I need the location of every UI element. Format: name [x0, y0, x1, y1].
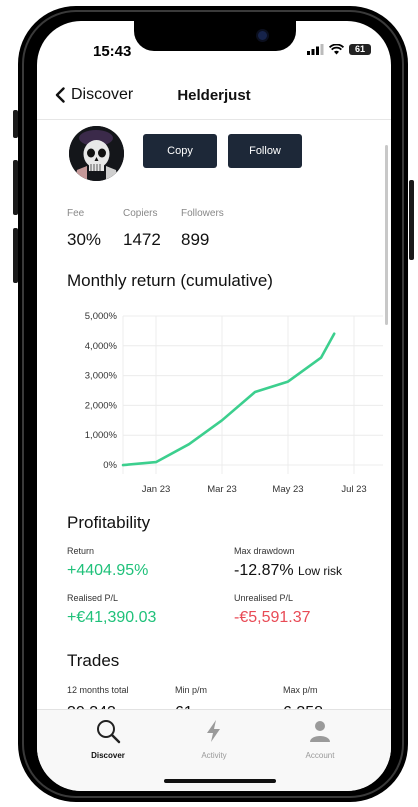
followers-value: 899	[181, 230, 210, 249]
return-label: Return	[67, 546, 95, 556]
realised-pl-value: +€41,390.03	[67, 609, 157, 626]
mute-switch	[13, 110, 18, 138]
tab-discover-label: Discover	[91, 751, 125, 760]
nav-divider	[37, 119, 391, 120]
chart-series-line	[121, 332, 336, 467]
tab-activity-label: Activity	[201, 751, 227, 760]
chart-y-tick-label: 0%	[103, 460, 117, 471]
signal-icon	[307, 44, 324, 55]
unrealised-pl-value: -€5,591.37	[234, 609, 311, 626]
chart-x-tick-label: Jul 23	[341, 484, 366, 495]
chart-x-tick-label: Mar 23	[207, 484, 237, 495]
unrealised-pl-label: Unrealised P/L	[234, 593, 294, 603]
fee-label: Fee	[67, 208, 85, 219]
battery-icon: 61	[349, 44, 371, 55]
power-button	[409, 180, 414, 260]
notch	[134, 21, 296, 51]
lightning-icon	[207, 720, 220, 742]
search-icon	[97, 720, 121, 744]
volume-up-button	[13, 160, 18, 215]
monthly-return-title: Monthly return (cumulative)	[67, 271, 273, 290]
volume-down-button	[13, 228, 18, 283]
scrollbar[interactable]	[385, 145, 388, 325]
follow-button[interactable]: Follow	[228, 134, 302, 168]
profitability-title: Profitability	[67, 513, 151, 532]
app-screen: 15:43 61 Discover Helderjust Copy Follow…	[37, 21, 391, 791]
tab-account-label: Account	[305, 751, 335, 760]
tab-activity[interactable]: Activity	[174, 718, 254, 760]
followers-label: Followers	[181, 208, 224, 219]
chart-y-tick-label: 2,000%	[85, 400, 118, 411]
chart-y-tick-label: 1,000%	[85, 430, 118, 441]
nav-bar: Discover Helderjust	[37, 81, 391, 121]
tab-account[interactable]: Account	[280, 718, 360, 760]
max-drawdown-value: -12.87% Low risk	[234, 562, 342, 580]
avatar	[69, 126, 124, 181]
wifi-icon	[329, 44, 344, 55]
chart-x-tick-label: Jan 23	[142, 484, 171, 495]
chart-y-tick-label: 4,000%	[85, 341, 118, 352]
max-pm-label: Max p/m	[283, 685, 318, 695]
drawdown-risk: Low risk	[298, 564, 343, 578]
realised-pl-label: Realised P/L	[67, 593, 119, 603]
min-pm-label: Min p/m	[175, 685, 208, 695]
person-icon	[310, 721, 330, 742]
chart-x-tick-label: May 23	[272, 484, 303, 495]
chart-y-tick-label: 5,000%	[85, 311, 118, 322]
copiers-value: 1472	[123, 230, 161, 249]
trades-title: Trades	[67, 651, 120, 670]
monthly-return-chart: 5,000% 4,000% 3,000% 2,000% 1,000% 0% Jan 23 Ma…	[85, 311, 383, 495]
return-value: +4404.95%	[67, 562, 149, 579]
copiers-label: Copiers	[123, 208, 158, 219]
tab-discover[interactable]: Discover	[68, 718, 148, 760]
skull-avatar-icon	[69, 126, 124, 181]
months-total-label: 12 months total	[67, 685, 129, 695]
front-camera	[258, 31, 267, 40]
page-title: Helderjust	[177, 87, 251, 104]
status-icons: 61	[307, 44, 371, 55]
status-time: 15:43	[93, 43, 132, 60]
home-indicator	[164, 779, 276, 783]
drawdown-percent: -12.87%	[234, 562, 294, 579]
max-drawdown-label: Max drawdown	[234, 546, 295, 556]
fee-value: 30%	[67, 230, 102, 249]
chart-y-tick-label: 3,000%	[85, 371, 118, 382]
copy-button[interactable]: Copy	[143, 134, 217, 168]
